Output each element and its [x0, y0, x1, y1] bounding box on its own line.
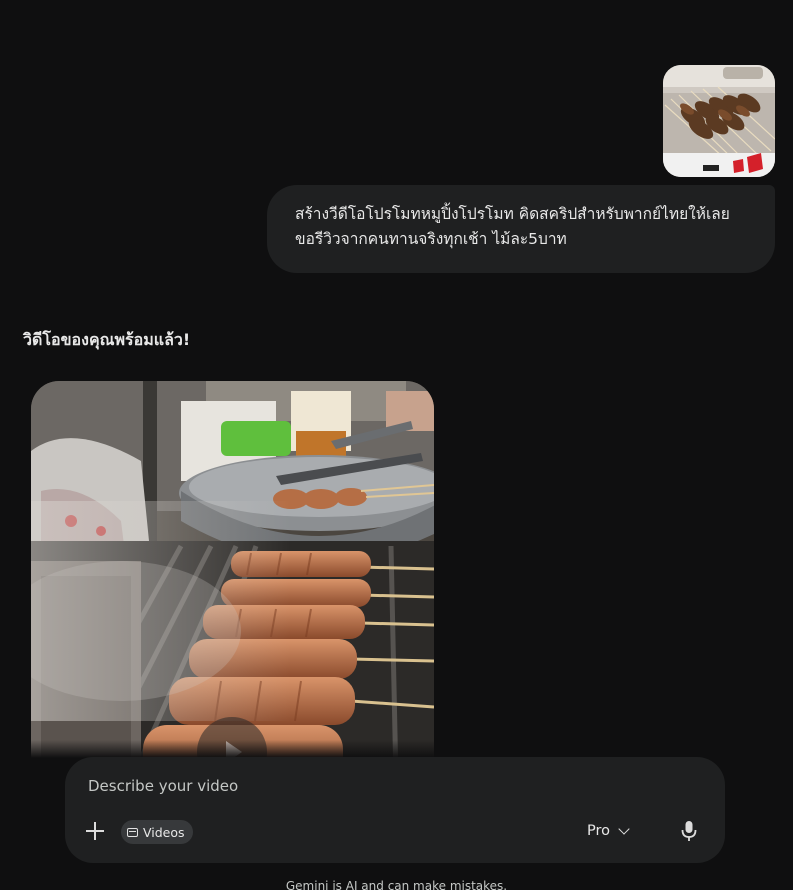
microphone-icon	[681, 821, 697, 841]
plus-icon[interactable]	[83, 819, 107, 843]
prompt-input-box: Videos Pro	[65, 757, 725, 863]
response-heading: วิดีโอของคุณพร้อมแล้ว!	[23, 330, 191, 349]
user-uploaded-image[interactable]	[663, 65, 775, 177]
model-selector[interactable]: Pro	[587, 819, 630, 843]
microphone-button[interactable]	[679, 819, 699, 843]
video-icon	[127, 827, 138, 837]
gemini-chat-page: สร้างวีดีโอโปรโมทหมูปิ้งโปรโมท คิดสคริปส…	[0, 0, 793, 890]
videos-tool-chip-label: Videos	[143, 824, 185, 840]
user-message-line: สร้างวีดีโอโปรโมทหมูปิ้งโปรโมท คิดสคริปส…	[295, 205, 730, 223]
prompt-input[interactable]	[88, 774, 648, 798]
grilled-pork-photo-thumbnail	[663, 65, 775, 177]
model-selector-label: Pro	[587, 823, 611, 839]
ai-disclaimer: Gemini is AI and can make mistakes.	[285, 879, 508, 890]
generated-video-player[interactable]	[31, 381, 434, 781]
chevron-down-icon	[618, 823, 630, 835]
user-message-bubble: สร้างวีดีโอโปรโมทหมูปิ้งโปรโมท คิดสคริปส…	[267, 185, 775, 273]
user-message-line: ขอรีวิวจากคนทานจริงทุกเช้า ไม้ละ5บาท	[295, 230, 567, 248]
videos-tool-chip[interactable]: Videos	[121, 820, 193, 844]
